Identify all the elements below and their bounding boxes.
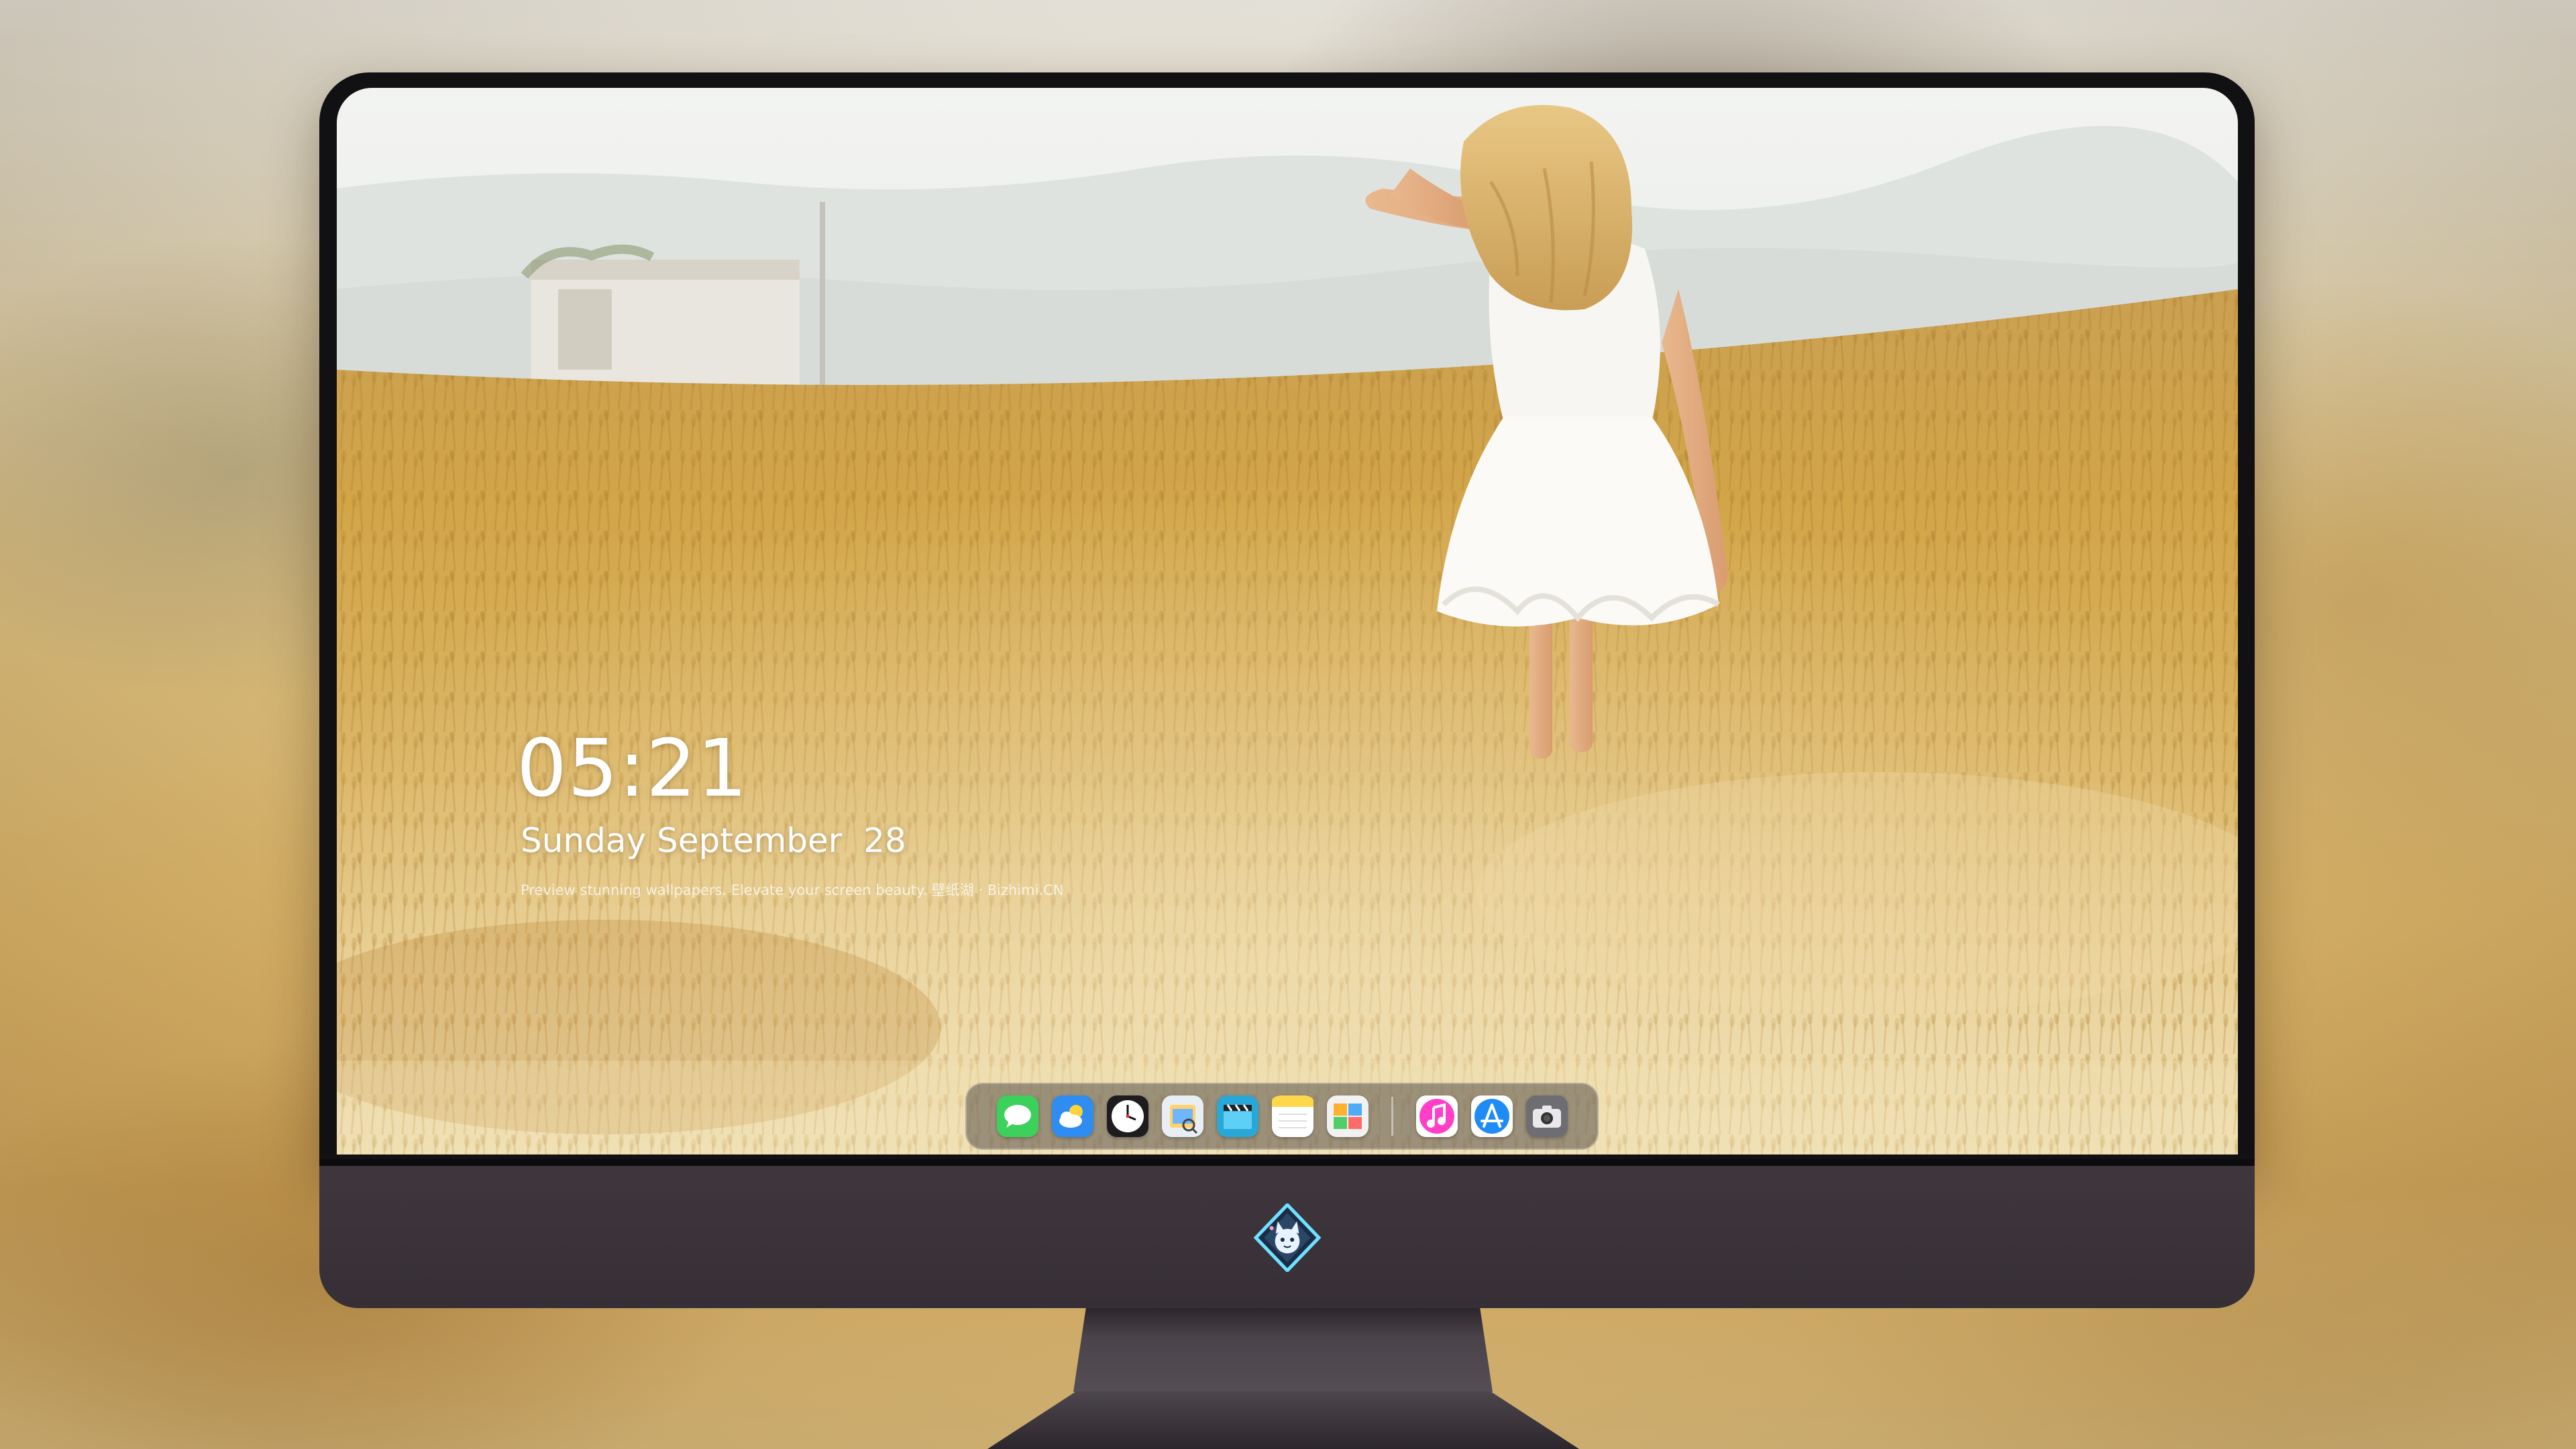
monitor-stand-base bbox=[987, 1391, 1579, 1449]
app-store-icon-glyph bbox=[1470, 1095, 1513, 1137]
camera-icon[interactable] bbox=[1525, 1095, 1568, 1137]
monitor-screen: 05:21 Sunday September 28 Preview stunni… bbox=[337, 88, 2238, 1155]
photo-gallery-icon[interactable] bbox=[1326, 1095, 1368, 1137]
video-clapper-icon[interactable] bbox=[1216, 1095, 1258, 1137]
messages-icon-glyph bbox=[996, 1095, 1038, 1137]
clock-icon-glyph bbox=[1106, 1095, 1148, 1137]
lock-screen-time: 05:21 bbox=[517, 722, 749, 814]
music-icon[interactable] bbox=[1415, 1095, 1458, 1137]
weather-icon[interactable] bbox=[1051, 1095, 1093, 1137]
clock-icon[interactable] bbox=[1106, 1095, 1148, 1137]
notes-icon-glyph bbox=[1271, 1095, 1313, 1137]
app-store-icon[interactable] bbox=[1470, 1095, 1513, 1137]
wallpaper-credit-text: Preview stunning wallpapers. Elevate you… bbox=[521, 882, 1064, 898]
preview-icon-glyph bbox=[1161, 1095, 1203, 1137]
video-clapper-icon-glyph bbox=[1216, 1095, 1258, 1137]
app-dock bbox=[965, 1083, 1599, 1150]
music-icon-glyph bbox=[1415, 1095, 1458, 1137]
photo-gallery-icon-glyph bbox=[1326, 1095, 1368, 1137]
camera-icon-glyph bbox=[1525, 1095, 1568, 1137]
notes-icon[interactable] bbox=[1271, 1095, 1313, 1137]
dock-divider bbox=[1391, 1097, 1393, 1136]
preview-icon[interactable] bbox=[1161, 1095, 1203, 1137]
monitor-stand-neck bbox=[1073, 1308, 1493, 1392]
monitor-seam bbox=[319, 1159, 2255, 1166]
wallpaper-wheat-field-woman bbox=[337, 88, 2238, 1155]
messages-icon[interactable] bbox=[996, 1095, 1038, 1137]
weather-icon-glyph bbox=[1051, 1095, 1093, 1137]
lock-screen-date: Sunday September 28 bbox=[521, 821, 906, 860]
fox-mascot-logo-icon bbox=[1253, 1203, 1322, 1272]
